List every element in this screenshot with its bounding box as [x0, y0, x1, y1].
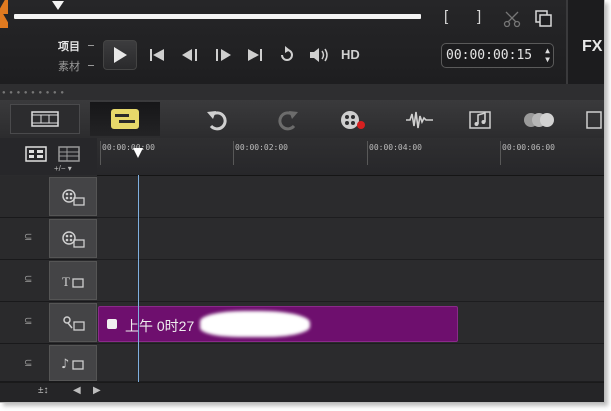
scroll-right-icon[interactable]: ▶: [93, 385, 101, 396]
filmstrip-icon: [31, 111, 59, 127]
volume-icon[interactable]: [308, 45, 332, 65]
play-button[interactable]: [103, 40, 137, 70]
video-track-icon[interactable]: [49, 177, 97, 216]
lock-icon[interactable]: ⊆: [24, 358, 32, 369]
scroll-left-icon[interactable]: ◀: [73, 385, 81, 396]
track-header: ⊆ ♪: [0, 344, 97, 382]
ruler-tick-label: 00:00:04:00: [369, 143, 422, 152]
voice-track-icon[interactable]: [49, 303, 97, 342]
scrub-bar[interactable]: [14, 14, 421, 19]
track-manager-icon[interactable]: [585, 108, 605, 132]
track-header: ⊆: [0, 302, 97, 344]
svg-text:T: T: [62, 274, 70, 289]
compact-tracks-icon[interactable]: [58, 146, 80, 162]
track-header-top: [0, 138, 97, 175]
add-remove-track-icon[interactable]: +/− ▾: [54, 164, 72, 173]
track-video: [0, 176, 604, 218]
panel-splitter[interactable]: ● ● ● ● ● ● ● ● ●: [0, 84, 604, 100]
storyboard-view-button[interactable]: [10, 104, 80, 134]
ruler-tick: [367, 141, 368, 165]
music-track-icon[interactable]: ♪: [49, 345, 97, 381]
track-header: ⊆ T: [0, 260, 97, 302]
mark-in-button[interactable]: [: [444, 8, 448, 25]
ruler-tick: [100, 141, 101, 165]
repeat-icon[interactable]: [277, 45, 297, 65]
go-to-end-icon[interactable]: [246, 45, 266, 65]
timeline-icon: [111, 109, 139, 129]
clip-mode-dash: [88, 65, 94, 66]
project-mode-label[interactable]: 项目: [58, 38, 80, 54]
video-editor-window: [ ] 项目 素材 HD 00:00:00:15 ▲ ▼ FX ● ● ● ● …: [0, 0, 605, 403]
timecode-field[interactable]: 00:00:00:15 ▲ ▼: [441, 43, 554, 68]
redo-icon[interactable]: [274, 108, 300, 132]
timeline-bottom-bar: [0, 382, 604, 402]
player-panel: [ ] 项目 素材 HD 00:00:00:15 ▲ ▼: [0, 0, 566, 84]
scrub-handle[interactable]: [52, 1, 64, 10]
clip-label: 上午 0时27: [125, 318, 195, 334]
title-track-icon[interactable]: T: [49, 261, 97, 300]
track-lane[interactable]: [97, 260, 604, 302]
timeline-ruler[interactable]: 00:00:00:00 00:00:02:00 00:00:04:00 00:0…: [97, 138, 604, 176]
ruler-tick: [233, 141, 234, 165]
ruler-tick: [500, 141, 501, 165]
playhead-line[interactable]: [138, 175, 139, 382]
overlay-track-icon[interactable]: [49, 219, 97, 258]
ruler-tick-label: 00:00:00:00: [102, 143, 155, 152]
scissors-icon[interactable]: [503, 10, 521, 28]
ruler-tick-label: 00:00:02:00: [235, 143, 288, 152]
zoom-control-icon[interactable]: ±↕: [38, 385, 49, 396]
lock-icon[interactable]: ⊆: [24, 316, 32, 327]
fx-label[interactable]: FX: [582, 38, 602, 56]
svg-text:♪: ♪: [61, 357, 69, 372]
play-icon: [114, 47, 127, 63]
project-mode-dash: [88, 45, 94, 46]
trim-in-handle[interactable]: [0, 0, 8, 14]
lock-icon[interactable]: ⊆: [24, 274, 32, 285]
timecode-spinner-icon[interactable]: ▲ ▼: [545, 46, 550, 64]
show-all-tracks-icon[interactable]: [25, 146, 47, 162]
clip-mode-label[interactable]: 素材: [58, 58, 80, 74]
fx-panel: FX: [566, 0, 604, 84]
motion-tracking-icon[interactable]: [522, 108, 556, 132]
track-overlay: ⊆: [0, 218, 604, 260]
undo-icon[interactable]: [205, 108, 231, 132]
track-lane[interactable]: [97, 218, 604, 260]
trim-out-handle[interactable]: [0, 14, 8, 28]
clip-type-icon: [107, 319, 117, 329]
previous-frame-icon[interactable]: [180, 45, 202, 65]
next-frame-icon[interactable]: [213, 45, 235, 65]
record-capture-icon[interactable]: [338, 108, 368, 132]
timeline-view-button[interactable]: [90, 102, 160, 136]
track-title: ⊆ T: [0, 260, 604, 302]
timecode-value: 00:00:00:15: [446, 48, 533, 63]
ruler-tick-label: 00:00:06:00: [502, 143, 555, 152]
track-header: ⊆: [0, 218, 97, 260]
mark-out-button[interactable]: ]: [477, 8, 481, 25]
hd-preview-button[interactable]: HD: [341, 47, 360, 62]
snapshot-icon[interactable]: [534, 9, 554, 29]
splitter-grip-icon[interactable]: ● ● ● ● ● ● ● ● ●: [2, 90, 65, 96]
redaction-mark: [200, 311, 310, 337]
track-music: ⊆ ♪: [0, 344, 604, 382]
sound-mixer-icon[interactable]: [405, 108, 435, 132]
go-to-start-icon[interactable]: [148, 45, 166, 65]
lock-icon[interactable]: ⊆: [24, 232, 32, 243]
track-lane[interactable]: [97, 344, 604, 382]
track-lane[interactable]: [97, 176, 604, 218]
auto-music-icon[interactable]: [468, 108, 496, 132]
track-header: [0, 176, 97, 218]
